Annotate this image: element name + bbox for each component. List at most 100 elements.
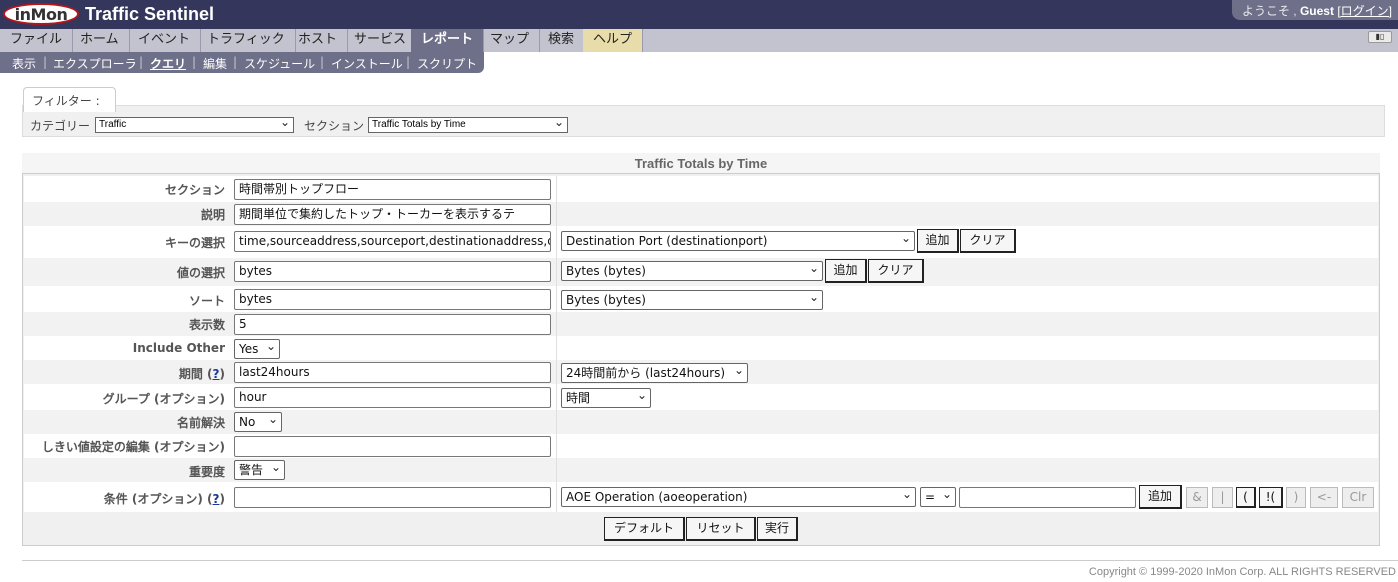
keys-add-button[interactable]: 追加 <box>917 229 959 253</box>
resolve-select-value: No <box>239 415 256 429</box>
label-severity: 重要度 <box>188 465 225 479</box>
period-input[interactable]: last24hours <box>234 362 551 383</box>
welcome-text: ようこそ , <box>1241 4 1300 18</box>
subtab-query[interactable]: クエリ <box>150 55 186 72</box>
keys-input[interactable]: time,sourceaddress,sourceport,destinatio… <box>234 231 551 252</box>
sort-select-value: Bytes (bytes) <box>566 293 646 307</box>
label-period-end: ) <box>219 367 225 381</box>
condition-operator-value: = <box>925 490 936 504</box>
tab-maps[interactable]: マップ <box>480 29 541 52</box>
keys-select-value: Destination Port (destinationport) <box>566 234 768 248</box>
period-select[interactable]: 24時間前から (last24hours) <box>561 363 748 383</box>
welcome-area: ようこそ , Guest [ログイン] <box>1231 0 1398 20</box>
run-button[interactable]: 実行 <box>757 517 798 541</box>
condition-add-button[interactable]: 追加 <box>1139 485 1182 509</box>
tab-file[interactable]: ファイル <box>0 29 74 52</box>
subtab-install[interactable]: インストール <box>331 55 403 72</box>
panel-title-text: Traffic Totals by Time <box>634 156 768 171</box>
condition-field-value: AOE Operation (aoeoperation) <box>566 490 748 504</box>
user-name: Guest <box>1299 4 1334 18</box>
values-select-value: Bytes (bytes) <box>566 264 646 278</box>
subtab-schedule[interactable]: スケジュール <box>244 55 315 72</box>
tab-services[interactable]: サービス <box>344 29 418 52</box>
period-select-value: 24時間前から (last24hours) <box>566 366 726 380</box>
panel-title: Traffic Totals by Time <box>22 153 1380 174</box>
values-input[interactable]: bytes <box>234 261 551 282</box>
category-value: Traffic <box>99 119 127 130</box>
resolve-select[interactable]: No <box>234 412 282 432</box>
description-input[interactable]: 期間単位で集約したトップ・トーカーを表示するテ <box>234 204 551 225</box>
section-value: Traffic Totals by Time <box>372 119 466 130</box>
values-add-button[interactable]: 追加 <box>825 259 867 283</box>
tab-search[interactable]: 検索 <box>538 29 586 52</box>
condition-clear-button[interactable]: Clr <box>1342 487 1374 508</box>
inmon-logo[interactable]: inMon <box>3 3 79 25</box>
tab-events[interactable]: イベント <box>128 29 202 52</box>
label-group: グループ (オプション) <box>102 392 225 406</box>
period-help-link[interactable]: ? <box>213 367 220 381</box>
subtab-edit[interactable]: 編集 <box>203 55 227 72</box>
group-select-value: 時間 <box>566 391 591 405</box>
condition-field-select[interactable]: AOE Operation (aoeoperation) <box>561 487 916 507</box>
keys-select[interactable]: Destination Port (destinationport) <box>561 231 915 251</box>
filter-legend: フィルター : <box>23 87 116 112</box>
login-link[interactable]: [ログイン] <box>1337 4 1392 18</box>
group-input[interactable]: hour <box>234 387 551 408</box>
label-period: 期間 (?) <box>179 365 225 382</box>
label-values: 値の選択 <box>176 266 225 280</box>
tab-home[interactable]: ホーム <box>70 29 130 52</box>
condition-help-link[interactable]: ? <box>213 492 220 506</box>
label-resolve: 名前解決 <box>176 416 225 430</box>
values-select[interactable]: Bytes (bytes) <box>561 261 823 281</box>
severity-select[interactable]: 警告 <box>234 460 285 480</box>
include-other-value: Yes <box>239 342 259 356</box>
tab-traffic[interactable]: トラフィック <box>197 29 296 52</box>
group-select[interactable]: 時間 <box>561 388 651 408</box>
label-description: 説明 <box>200 208 225 222</box>
default-button[interactable]: デフォルト <box>604 517 685 541</box>
keys-clear-button[interactable]: クリア <box>960 229 1016 253</box>
include-other-select[interactable]: Yes <box>234 339 280 359</box>
subtab-explorer[interactable]: エクスプローラ <box>53 55 137 72</box>
tab-help[interactable]: ヘルプ <box>583 29 644 52</box>
label-condition-text: 条件 (オプション) ( <box>103 492 213 506</box>
collapse-icon[interactable]: ▮▯ <box>1368 31 1392 43</box>
label-condition: 条件 (オプション) (?) <box>104 490 225 507</box>
sub-tabs: 表示 | エクスプローラ | クエリ | 編集 | スケジュール | インストー… <box>0 52 484 73</box>
tab-reports[interactable]: レポート <box>411 29 485 52</box>
label-condition-end: ) <box>219 492 225 506</box>
subtab-view[interactable]: 表示 <box>12 55 36 72</box>
label-period-text: 期間 ( <box>178 367 213 381</box>
section-name-input[interactable]: 時間帯別トップフロー <box>234 179 551 200</box>
condition-operator-select[interactable]: = <box>920 487 956 507</box>
label-keys: キーの選択 <box>164 236 225 250</box>
condition-and-button[interactable]: & <box>1186 487 1208 508</box>
logo-text: inMon <box>14 4 68 24</box>
main-tabs: ファイル ホーム イベント トラフィック ホスト サービス レポート マップ 検… <box>0 29 1398 52</box>
condition-or-button[interactable]: | <box>1212 487 1233 508</box>
section-select[interactable]: Traffic Totals by Time <box>368 115 568 133</box>
condition-input[interactable] <box>234 487 551 508</box>
threshold-input[interactable] <box>234 436 551 457</box>
condition-not-button[interactable]: !( <box>1259 487 1283 508</box>
condition-operand-input[interactable] <box>959 487 1136 508</box>
sort-select[interactable]: Bytes (bytes) <box>561 290 823 310</box>
severity-select-value: 警告 <box>239 463 264 477</box>
subtab-script[interactable]: スクリプト <box>417 55 477 72</box>
app-title: Traffic Sentinel <box>85 4 215 24</box>
condition-open-paren-button[interactable]: ( <box>1236 487 1256 508</box>
condition-backspace-button[interactable]: <- <box>1310 487 1338 508</box>
label-include-other: Include Other <box>132 341 225 355</box>
label-threshold: しきい値設定の編集 (オプション) <box>41 440 225 454</box>
category-select[interactable]: Traffic <box>95 115 294 133</box>
tab-hosts[interactable]: ホスト <box>288 29 349 52</box>
count-input[interactable]: 5 <box>234 314 551 335</box>
top-bar: inMon Traffic Sentinel ようこそ , Guest [ログイ… <box>0 0 1398 29</box>
footer-divider <box>22 560 1398 561</box>
sort-input[interactable]: bytes <box>234 289 551 310</box>
copyright: Copyright © 1999-2020 InMon Corp. ALL RI… <box>1088 566 1396 578</box>
reset-button[interactable]: リセット <box>686 517 756 541</box>
section-label: セクション <box>304 119 365 133</box>
condition-close-paren-button[interactable]: ) <box>1286 487 1306 508</box>
values-clear-button[interactable]: クリア <box>868 259 924 283</box>
